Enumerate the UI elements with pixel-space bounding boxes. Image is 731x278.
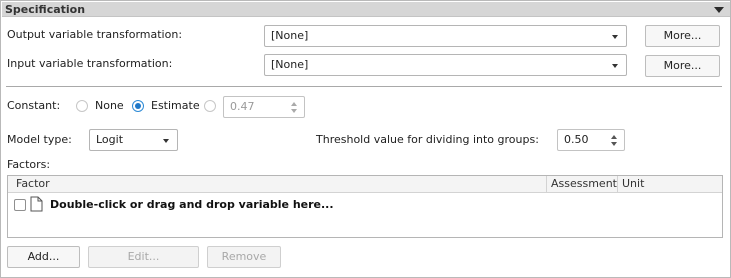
factors-label: Factors: — [7, 158, 51, 171]
column-divider — [546, 176, 547, 193]
threshold-value: 0.50 — [564, 133, 589, 146]
specification-panel: Specification Output variable transforma… — [0, 0, 731, 278]
constant-label: Constant: — [7, 99, 61, 112]
output-transformation-value: [None] — [271, 29, 309, 42]
spin-up-icon[interactable] — [291, 102, 297, 106]
row-checkbox[interactable] — [14, 199, 26, 211]
spin-up-icon[interactable] — [611, 135, 617, 139]
dropdown-arrow-icon — [612, 64, 618, 68]
column-header-assessment[interactable]: Assessment — [551, 177, 617, 191]
input-transformation-select[interactable]: [None] — [264, 54, 627, 76]
constant-estimate-label[interactable]: Estimate — [151, 99, 200, 113]
model-type-value: Logit — [96, 133, 124, 146]
model-type-label: Model type: — [7, 133, 72, 146]
constant-value-spinner[interactable]: 0.47 — [223, 96, 305, 118]
output-transformation-label: Output variable transformation: — [7, 28, 183, 41]
factors-table[interactable]: Factor Assessment Unit Double-click or d… — [7, 175, 723, 238]
drop-variable-placeholder[interactable]: Double-click or drag and drop variable h… — [50, 198, 334, 212]
collapse-chevron-icon[interactable] — [714, 7, 724, 13]
spin-down-icon[interactable] — [291, 109, 297, 113]
add-button[interactable]: Add... — [7, 246, 80, 268]
threshold-spinner[interactable]: 0.50 — [557, 129, 625, 151]
document-icon — [30, 196, 43, 212]
model-type-select[interactable]: Logit — [89, 129, 178, 151]
section-divider — [6, 86, 722, 87]
column-header-unit[interactable]: Unit — [622, 177, 644, 191]
panel-header[interactable]: Specification — [2, 2, 730, 17]
constant-estimate-radio[interactable] — [132, 100, 144, 112]
edit-button[interactable]: Edit... — [88, 246, 199, 268]
column-header-factor[interactable]: Factor — [16, 177, 50, 191]
panel-title: Specification — [5, 3, 86, 16]
constant-none-radio[interactable] — [76, 100, 88, 112]
input-transformation-label: Input variable transformation: — [7, 57, 173, 70]
dropdown-arrow-icon — [163, 139, 169, 143]
dropdown-arrow-icon — [612, 35, 618, 39]
output-transformation-select[interactable]: [None] — [264, 25, 627, 47]
remove-button[interactable]: Remove — [207, 246, 281, 268]
factors-table-header: Factor Assessment Unit — [8, 176, 722, 193]
constant-value: 0.47 — [230, 100, 255, 113]
column-divider — [617, 176, 618, 193]
threshold-label: Threshold value for dividing into groups… — [316, 133, 539, 146]
spin-down-icon[interactable] — [611, 142, 617, 146]
input-more-button[interactable]: More... — [645, 55, 720, 77]
constant-none-label[interactable]: None — [95, 99, 124, 113]
output-more-button[interactable]: More... — [645, 25, 720, 47]
constant-value-radio[interactable] — [204, 100, 216, 112]
input-transformation-value: [None] — [271, 58, 309, 71]
